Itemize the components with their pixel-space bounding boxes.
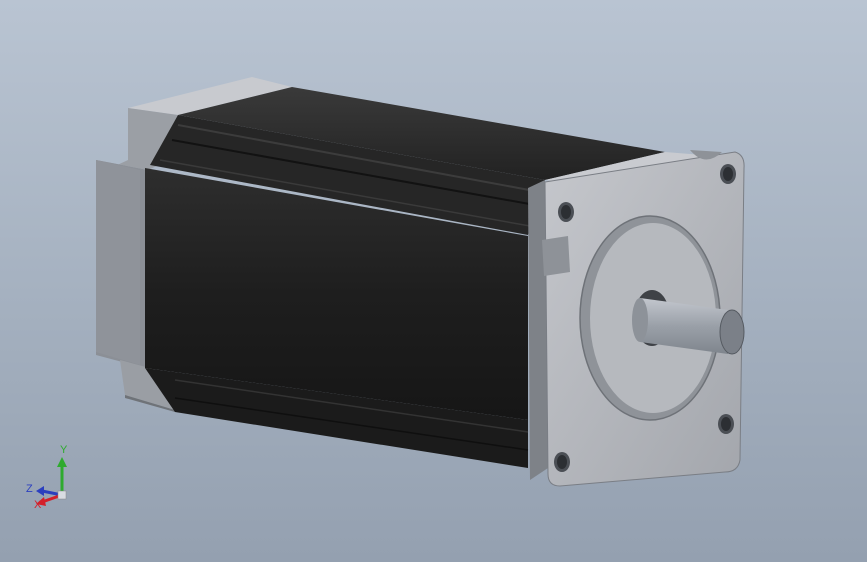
x-axis-label: X: [34, 499, 42, 510]
y-axis-arrow-icon: [57, 457, 67, 467]
y-axis-label: Y: [60, 444, 68, 456]
z-axis-label: Z: [26, 483, 33, 495]
orientation-triad[interactable]: Y Z X: [20, 440, 80, 510]
stepper-motor-model[interactable]: [0, 0, 867, 562]
graphics-viewport[interactable]: Y Z X: [0, 0, 867, 562]
z-axis-arrow-icon: [36, 486, 44, 496]
triad-origin: [57, 490, 67, 500]
